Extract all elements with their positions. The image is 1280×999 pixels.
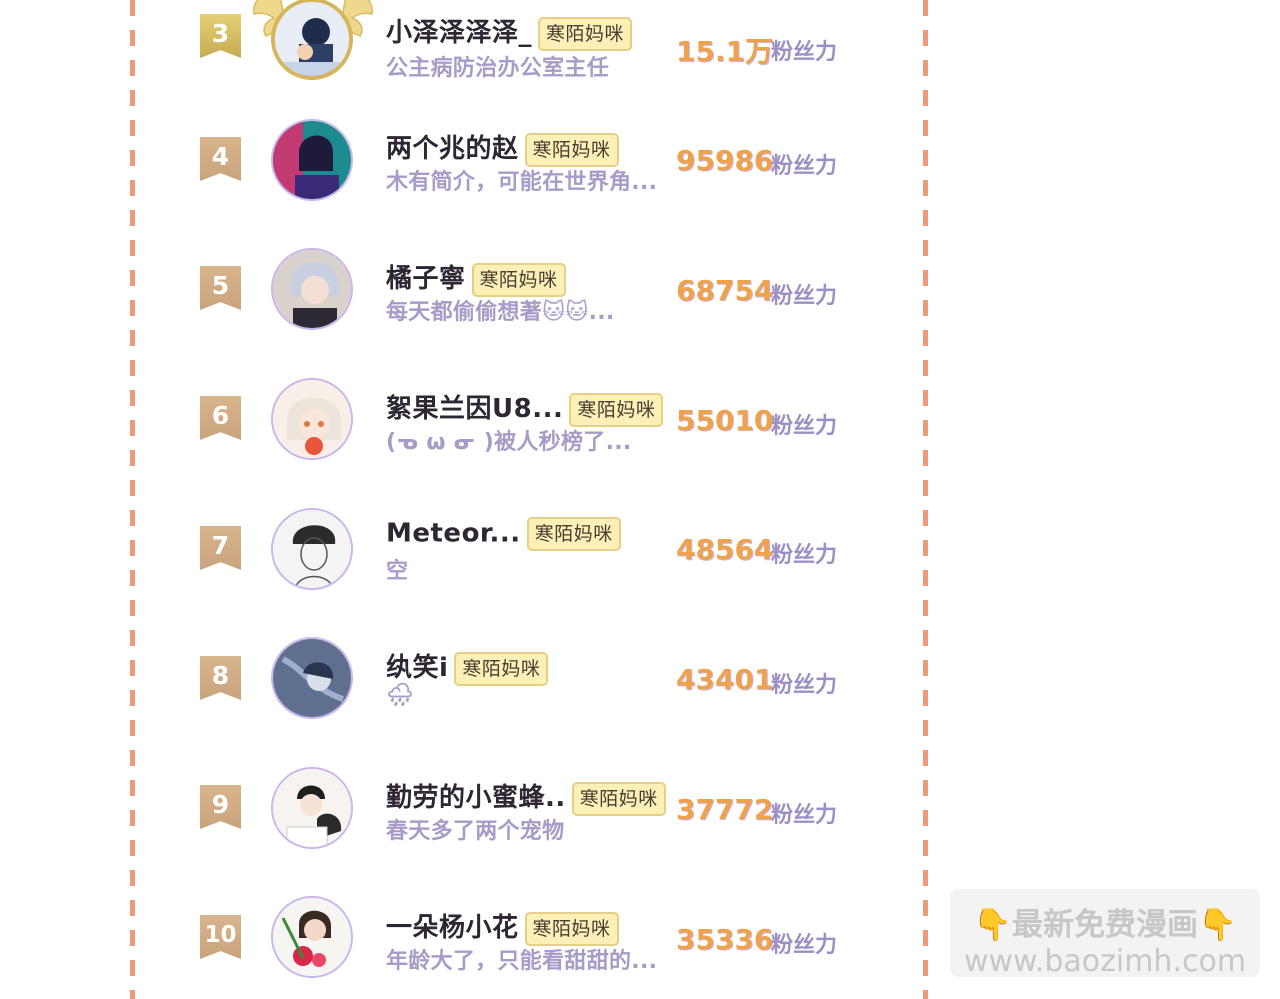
fan-group-tag: 寒陌妈咪 [569,392,664,427]
user-bio: 年龄大了，只能看甜甜的... [386,949,658,974]
rank-badge: 4 [200,137,241,181]
rank-badge: 5 [200,266,241,310]
username[interactable]: 两个兆的赵 寒陌妈咪 [386,128,619,167]
user-bio: (ᓀ ω ᓂ )被人秒榜了... [386,430,632,455]
fan-group-tag: 寒陌妈咪 [571,781,666,816]
fan-score: 68754 [676,274,774,307]
fan-score: 95986 [676,144,774,177]
ranking-row[interactable]: 5 橘子寧 寒陌妈咪 每天都偷偷想著🐱🐱... 68754 粉丝力 [0,244,1280,344]
fan-group-tag: 寒陌妈咪 [524,132,619,167]
fan-score-unit: 粉丝力 [771,414,838,439]
fan-score-unit: 粉丝力 [771,543,838,568]
ranking-row[interactable]: 8 纨笑i 寒陌妈咪 🌧 43401 粉丝力 [0,633,1280,733]
fan-score: 43401 [676,663,774,696]
fan-score-unit: 粉丝力 [771,803,838,828]
promo-url[interactable]: www.baozimh.com [950,944,1260,979]
fan-group-tag: 寒陌妈咪 [454,651,549,686]
fan-group-tag: 寒陌妈咪 [524,911,619,946]
fan-group-tag: 寒陌妈咪 [538,16,633,51]
username[interactable]: Meteor... 寒陌妈咪 [386,517,621,551]
avatar[interactable] [271,119,353,201]
fan-score-unit: 粉丝力 [771,933,838,958]
fan-group-tag: 寒陌妈咪 [526,517,621,551]
rank-badge: 10 [200,915,241,959]
username[interactable]: 絮果兰因U8... 寒陌妈咪 [386,388,664,427]
username[interactable]: 一朵杨小花 寒陌妈咪 [386,907,619,946]
avatar[interactable] [271,248,353,330]
username[interactable]: 小泽泽泽泽_ 寒陌妈咪 [386,12,633,51]
ranking-row[interactable]: 3 小泽泽泽泽_ 寒陌妈咪 公主病防治办公室主任 15.1万 粉丝力 [0,0,1280,84]
avatar[interactable] [271,378,353,460]
fan-score: 15.1万 [676,35,774,68]
ranking-row[interactable]: 6 絮果兰因U8... 寒陌妈咪 (ᓀ ω ᓂ )被人秒榜了... 55010 粉… [0,374,1280,474]
user-bio: 公主病防治办公室主任 [386,56,610,81]
fan-score: 48564 [676,533,774,566]
user-bio: 🌧 [386,683,415,708]
rank-badge: 8 [200,656,241,700]
ranking-row[interactable]: 7 Meteor... 寒陌妈咪 空 48564 粉丝力 [0,503,1280,603]
fan-ranking-list: 3 小泽泽泽泽_ 寒陌妈咪 公主病防治办公室主任 15.1万 粉丝力 4 两个兆的… [0,0,1280,999]
rank-badge: 9 [200,785,241,829]
rank-badge: 7 [200,526,241,570]
user-bio: 木有简介，可能在世界角... [386,170,658,195]
fan-score: 37772 [676,793,774,826]
promo-banner[interactable]: 👇最新免费漫画👇 www.baozimh.com [950,889,1260,979]
avatar[interactable] [271,637,353,719]
avatar[interactable] [271,896,353,978]
fan-score: 35336 [676,923,774,956]
username[interactable]: 勤劳的小蜜蜂.. 寒陌妈咪 [386,777,666,816]
rank-badge: 3 [200,14,241,58]
user-bio: 每天都偷偷想著🐱🐱... [386,300,615,325]
avatar[interactable] [271,767,353,849]
fan-score: 55010 [676,404,774,437]
rank-badge: 6 [200,396,241,440]
avatar[interactable] [271,508,353,590]
fan-score-unit: 粉丝力 [771,284,838,309]
fan-score-unit: 粉丝力 [771,40,838,65]
username[interactable]: 纨笑i 寒陌妈咪 [386,647,549,686]
user-bio: 春天多了两个宠物 [386,819,565,844]
username[interactable]: 橘子寧 寒陌妈咪 [386,258,566,297]
ranking-row[interactable]: 9 勤劳的小蜜蜂.. 寒陌妈咪 春天多了两个宠物 37772 粉丝力 [0,763,1280,863]
fan-score-unit: 粉丝力 [771,673,838,698]
ranking-row[interactable]: 4 两个兆的赵 寒陌妈咪 木有简介，可能在世界角... 95986 粉丝力 [0,114,1280,214]
promo-headline: 👇最新免费漫画👇 [973,907,1237,943]
fan-group-tag: 寒陌妈咪 [471,262,566,297]
avatar[interactable] [271,0,353,80]
user-bio: 空 [386,559,409,584]
fan-score-unit: 粉丝力 [771,154,838,179]
